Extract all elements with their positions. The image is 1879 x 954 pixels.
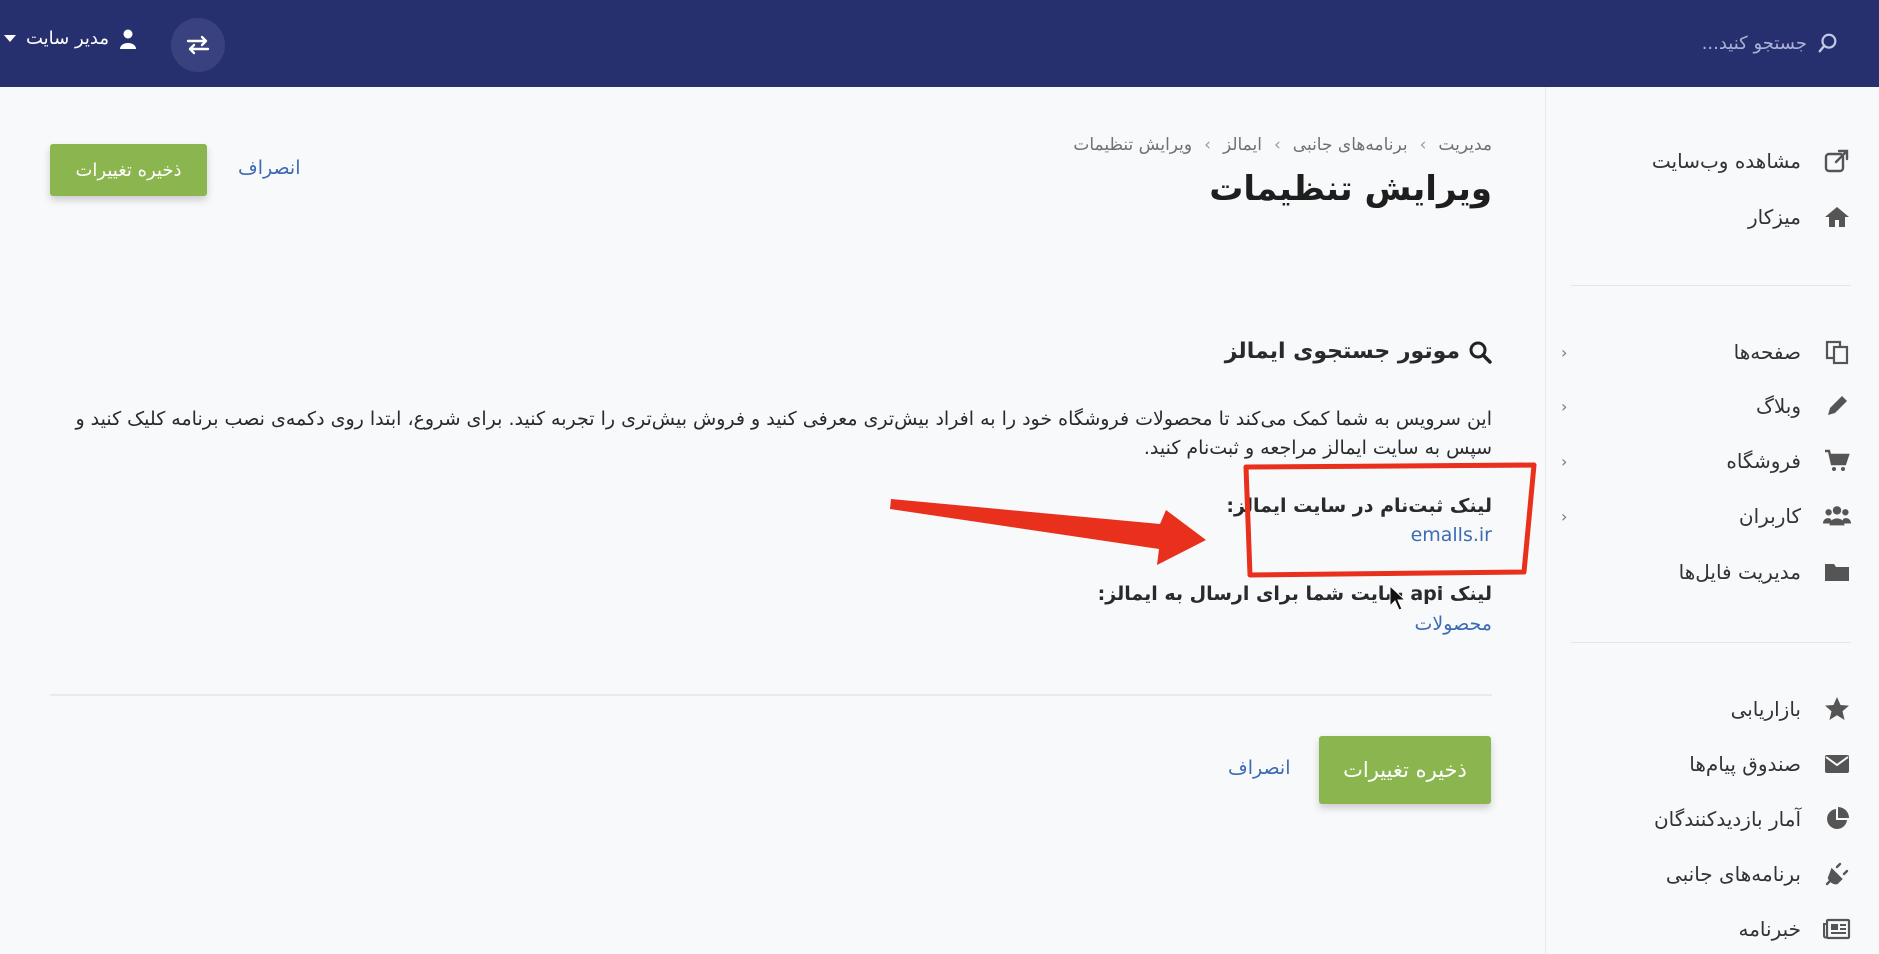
arrow-annotation bbox=[890, 499, 1206, 565]
highlight-box bbox=[1243, 462, 1537, 578]
mouse-cursor-icon bbox=[1389, 584, 1407, 611]
annotation-overlay bbox=[890, 462, 1537, 611]
